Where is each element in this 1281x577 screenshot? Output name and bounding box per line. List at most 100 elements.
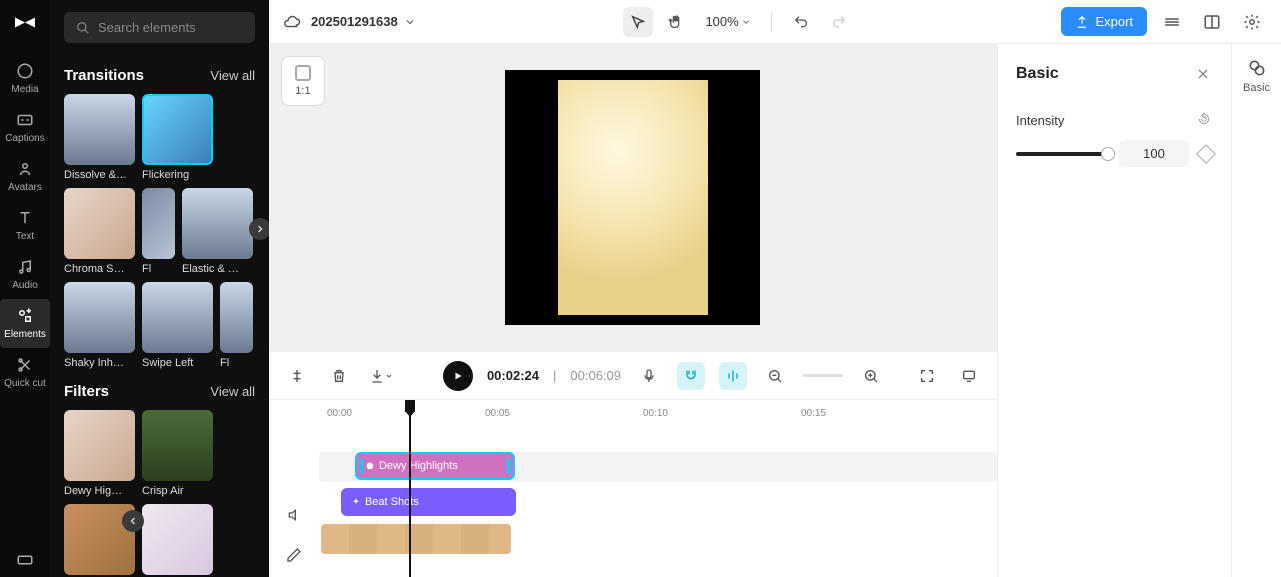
filters-viewall[interactable]: View all bbox=[210, 384, 255, 399]
close-panel-button[interactable] bbox=[1193, 64, 1213, 84]
keyframe-button[interactable] bbox=[1196, 144, 1216, 164]
cloud-icon[interactable] bbox=[283, 13, 301, 31]
search-input[interactable]: Search elements bbox=[64, 12, 255, 43]
video-track bbox=[319, 524, 997, 558]
transition-item[interactable]: Dissolve &… bbox=[64, 94, 135, 181]
filters-grid: Dewy Hig… Crisp Air Natty Dolce Wild Ven… bbox=[50, 410, 269, 577]
preview-mode-button[interactable] bbox=[955, 362, 983, 390]
nav-captions[interactable]: Captions bbox=[0, 103, 50, 152]
nav-label: Media bbox=[11, 84, 38, 95]
chevron-right-icon bbox=[254, 223, 266, 235]
tab-basic[interactable]: Basic bbox=[1243, 58, 1270, 94]
timeline-zoom-slider[interactable] bbox=[803, 374, 843, 377]
scroll-right-button[interactable] bbox=[249, 218, 269, 240]
redo-button[interactable] bbox=[824, 7, 854, 37]
reset-intensity-button[interactable] bbox=[1197, 112, 1213, 128]
nav-media[interactable]: Media bbox=[0, 54, 50, 103]
preview-split-button[interactable] bbox=[719, 362, 747, 390]
transition-item[interactable]: Chroma S… bbox=[64, 188, 135, 275]
nav-elements[interactable]: Elements bbox=[0, 299, 50, 348]
zoom-in-button[interactable] bbox=[857, 362, 885, 390]
video-preview[interactable] bbox=[505, 70, 760, 325]
nav-keyboard[interactable] bbox=[0, 543, 50, 577]
pencil-icon bbox=[286, 547, 302, 563]
transition-item[interactable]: Elastic & … bbox=[182, 188, 253, 275]
mic-button[interactable] bbox=[635, 362, 663, 390]
settings-button[interactable] bbox=[1237, 7, 1267, 37]
chevron-down-icon bbox=[385, 372, 393, 380]
snap-icon bbox=[683, 368, 699, 384]
layers-icon bbox=[1163, 13, 1181, 31]
speaker-icon bbox=[286, 507, 302, 523]
fullscreen-icon bbox=[919, 368, 935, 384]
transitions-viewall[interactable]: View all bbox=[210, 68, 255, 83]
transition-item[interactable]: Fl bbox=[142, 188, 175, 275]
transition-item[interactable]: Flickering bbox=[142, 94, 213, 181]
effect-clip[interactable]: Beat Shots bbox=[341, 488, 516, 516]
aspect-ratio-picker[interactable]: 1:1 bbox=[281, 56, 325, 106]
timeline-ruler[interactable]: 00:00 00:05 00:10 00:15 bbox=[319, 400, 997, 428]
scroll-left-button[interactable] bbox=[122, 510, 144, 532]
intensity-value[interactable]: 100 bbox=[1119, 140, 1189, 167]
nav-text[interactable]: Text bbox=[0, 201, 50, 250]
nav-quickcut[interactable]: Quick cut bbox=[0, 348, 50, 397]
app-logo[interactable] bbox=[10, 10, 40, 40]
fullscreen-button[interactable] bbox=[913, 362, 941, 390]
split-button[interactable] bbox=[283, 362, 311, 390]
project-name[interactable]: 202501291638 bbox=[311, 14, 416, 29]
filter-item[interactable]: Crisp Air bbox=[142, 410, 213, 497]
zoom-out-button[interactable] bbox=[761, 362, 789, 390]
search-placeholder: Search elements bbox=[98, 20, 196, 35]
play-button[interactable] bbox=[443, 361, 473, 391]
transition-item[interactable]: Swipe Left bbox=[142, 282, 213, 369]
filter-item[interactable]: Dolce bbox=[142, 504, 213, 577]
redo-icon bbox=[831, 14, 847, 30]
track-headers bbox=[269, 400, 319, 577]
zoom-in-icon bbox=[863, 368, 879, 384]
layers-button[interactable] bbox=[1157, 7, 1187, 37]
ruler-tick: 00:15 bbox=[801, 408, 826, 419]
transition-item[interactable]: Fl bbox=[220, 282, 253, 369]
delete-button[interactable] bbox=[325, 362, 353, 390]
download-button[interactable] bbox=[367, 362, 395, 390]
elements-panel: Search elements Transitions View all Dis… bbox=[50, 0, 269, 577]
properties-tabrail: Basic bbox=[1231, 44, 1281, 577]
video-clip[interactable] bbox=[321, 524, 511, 554]
transition-item[interactable]: Shaky Inh… bbox=[64, 282, 135, 369]
playhead[interactable] bbox=[409, 400, 411, 577]
filter-item[interactable]: Dewy Hig… bbox=[64, 410, 135, 497]
preview-split-icon bbox=[725, 368, 741, 384]
effect-track: Beat Shots bbox=[319, 488, 997, 518]
layout-button[interactable] bbox=[1197, 7, 1227, 37]
canvas[interactable]: 1:1 bbox=[269, 44, 997, 351]
snap-button[interactable] bbox=[677, 362, 705, 390]
hand-tool[interactable] bbox=[661, 7, 691, 37]
nav-avatars[interactable]: Avatars bbox=[0, 152, 50, 201]
download-icon bbox=[369, 368, 385, 384]
nav-label: Captions bbox=[5, 133, 44, 144]
track-area[interactable]: 00:00 00:05 00:10 00:15 D bbox=[319, 400, 997, 577]
close-icon bbox=[1195, 66, 1211, 82]
mute-button[interactable] bbox=[280, 501, 308, 529]
main-area: 202501291638 100% Export bbox=[269, 0, 1281, 577]
timecode-total: 00:06:09 bbox=[570, 368, 621, 383]
transitions-grid: Dissolve &… Flickering Chroma S… Fl Elas… bbox=[50, 94, 269, 369]
nav-label: Audio bbox=[12, 280, 38, 291]
nav-audio[interactable]: Audio bbox=[0, 250, 50, 299]
filter-clip[interactable]: Dewy Highlights bbox=[355, 452, 515, 480]
topbar: 202501291638 100% Export bbox=[269, 0, 1281, 44]
nav-label: Text bbox=[16, 231, 34, 242]
undo-icon bbox=[793, 14, 809, 30]
chevron-left-icon bbox=[127, 515, 139, 527]
ruler-tick: 00:00 bbox=[327, 408, 352, 419]
edit-track-button[interactable] bbox=[280, 541, 308, 569]
cursor-tool[interactable] bbox=[623, 7, 653, 37]
intensity-slider[interactable] bbox=[1016, 152, 1109, 156]
zoom-dropdown[interactable]: 100% bbox=[699, 14, 756, 29]
zoom-out-icon bbox=[767, 368, 783, 384]
export-button[interactable]: Export bbox=[1061, 7, 1147, 36]
search-icon bbox=[76, 21, 90, 35]
undo-button[interactable] bbox=[786, 7, 816, 37]
filter-icon bbox=[365, 461, 375, 471]
sparkle-icon bbox=[351, 497, 361, 507]
